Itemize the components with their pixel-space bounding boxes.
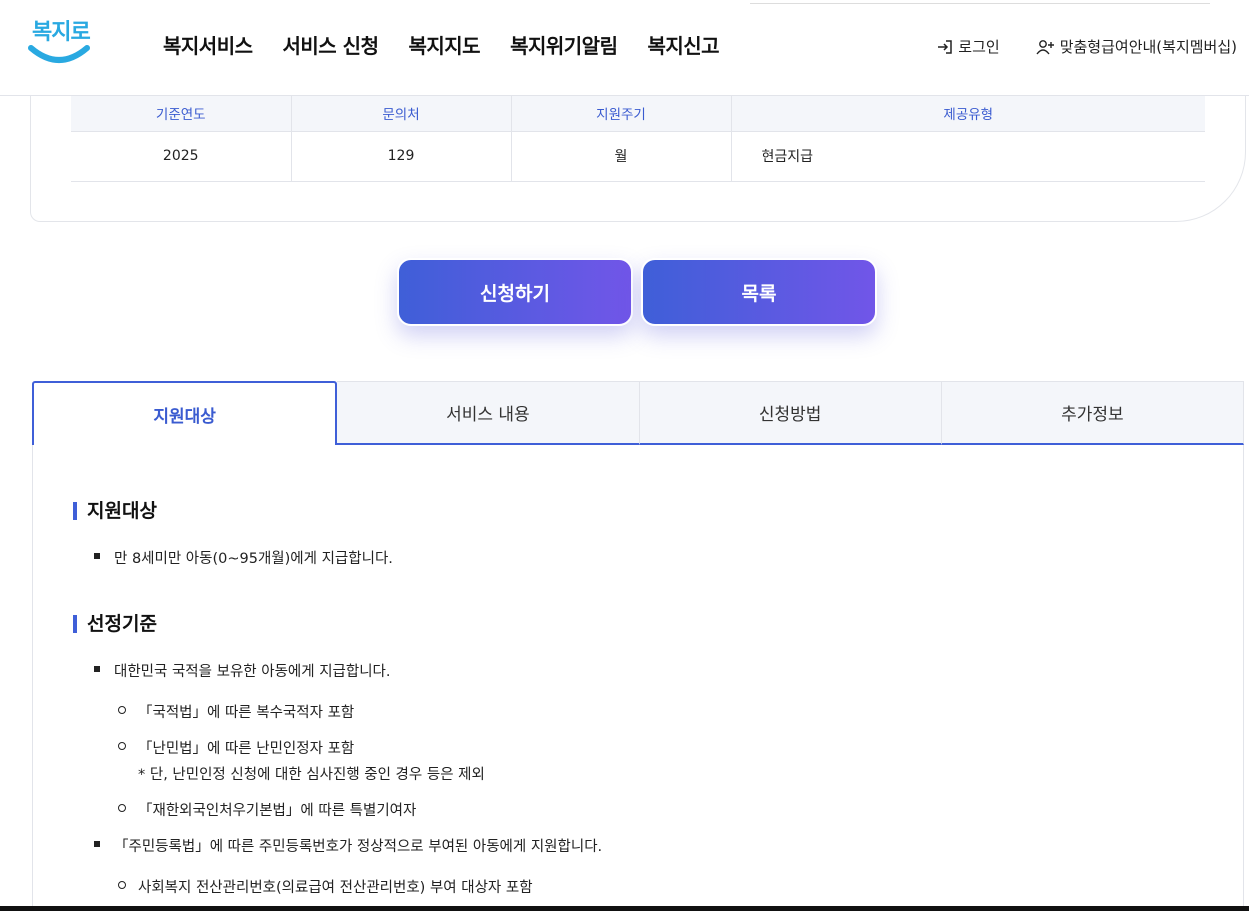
apply-button[interactable]: 신청하기 [397,258,633,326]
table-header-row: 기준연도 문의처 지원주기 제공유형 [71,96,1205,132]
tab-service-content[interactable]: 서비스 내용 [337,381,640,445]
section-title-criteria: 선정기준 [73,615,157,634]
section-title-eligibility: 지원대상 [73,502,157,521]
login-link[interactable]: 로그인 [936,36,1000,57]
table-cell-type: 현금지급 [731,131,1205,182]
tab-how-to-apply[interactable]: 신청방법 [639,381,942,445]
site-header: 복지로 복지서비스 서비스 신청 복지지도 복지위기알림 복지신고 로그인 맞춤… [0,0,1249,96]
table-header: 기준연도 [71,96,292,132]
note-text: * 단, 난민인정 신청에 대한 심사진행 중인 경우 등은 제외 [138,767,485,783]
logo-smile-icon [28,45,90,63]
list-item: 대한민국 국적을 보유한 아동에게 지급합니다. [94,660,391,681]
bottom-bar [0,906,1249,911]
table-cell-year: 2025 [71,131,292,182]
sub-list-item: 「국적법」에 따른 복수국적자 포함 [118,701,354,722]
login-label: 로그인 [958,38,1000,56]
service-info-table: 기준연도 문의처 지원주기 제공유형 2025 129 월 현금지급 [71,96,1205,182]
nav-welfare-report[interactable]: 복지신고 [647,30,719,59]
sub-list-item: 「난민법」에 따른 난민인정자 포함 [118,737,354,758]
sub-list-item: 「재한외국인처우기본법」에 따른 특별기여자 [118,799,416,820]
login-icon [938,39,953,54]
site-logo[interactable]: 복지로 [28,12,92,68]
main-nav: 복지서비스 서비스 신청 복지지도 복지위기알림 복지신고 [163,30,720,59]
table-row: 2025 129 월 현금지급 [71,131,1205,182]
detail-tabs: 지원대상 서비스 내용 신청방법 추가정보 [32,381,1244,445]
table-header: 제공유형 [731,96,1205,132]
nav-welfare-service[interactable]: 복지서비스 [163,30,253,59]
table-cell-cycle: 월 [511,131,732,182]
table-header: 문의처 [291,96,512,132]
top-utility-strip [750,0,1210,4]
sub-list-item: 사회복지 전산관리번호(의료급여 전산관리번호) 부여 대상자 포함 [118,876,533,897]
utility-menu: 로그인 맞춤형급여안내(복지멤버십) [936,36,1237,57]
tab-eligibility[interactable]: 지원대상 [32,381,338,445]
nav-service-apply[interactable]: 서비스 신청 [283,30,379,59]
nav-welfare-map[interactable]: 복지지도 [408,30,480,59]
list-item: 「주민등록법」에 따른 주민등록번호가 정상적으로 부여된 아동에게 지원합니다… [94,835,602,856]
membership-label: 맞춤형급여안내(복지멤버십) [1059,38,1237,56]
user-add-icon [1036,39,1054,54]
nav-crisis-alert[interactable]: 복지위기알림 [510,30,618,59]
table-cell-contact: 129 [291,131,512,182]
list-button[interactable]: 목록 [641,258,877,326]
list-item: 만 8세미만 아동(0~95개월)에게 지급합니다. [94,547,393,568]
table-header: 지원주기 [511,96,732,132]
tab-additional-info[interactable]: 추가정보 [941,381,1244,445]
membership-link[interactable]: 맞춤형급여안내(복지멤버십) [1036,36,1237,57]
